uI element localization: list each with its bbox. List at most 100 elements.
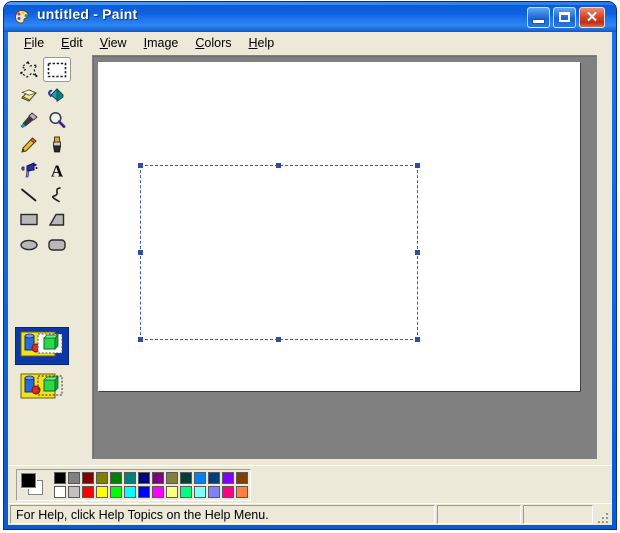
paint-bucket-icon — [47, 86, 67, 103]
line-icon — [19, 187, 39, 203]
text-a-icon: A — [47, 161, 67, 179]
transparent-selection-option[interactable] — [15, 369, 69, 407]
rectangular-select-tool[interactable] — [43, 57, 71, 82]
status-position-panel — [437, 505, 521, 524]
palette-swatch-top-12[interactable] — [221, 471, 235, 485]
menu-accel-view: V — [99, 36, 108, 50]
palette-swatch-top-13[interactable] — [235, 471, 249, 485]
palette-swatch-bottom-4[interactable] — [109, 485, 123, 499]
paint-palette-icon — [13, 8, 31, 26]
magnifier-icon — [47, 111, 67, 129]
polygon-icon — [47, 212, 67, 228]
rectangle-icon — [19, 212, 39, 227]
palette-swatch-bottom-0[interactable] — [53, 485, 67, 499]
selection-handle-top-middle[interactable] — [276, 163, 281, 168]
palette-swatch-bottom-5[interactable] — [123, 485, 137, 499]
magnifier-tool[interactable] — [43, 107, 71, 132]
palette-swatch-top-1[interactable] — [67, 471, 81, 485]
transparent-background-icon — [20, 371, 64, 406]
palette-swatch-bottom-6[interactable] — [137, 485, 151, 499]
opaque-selection-option[interactable] — [15, 327, 69, 365]
selection-handle-bottom-right[interactable] — [415, 337, 420, 342]
main-region: A — [8, 54, 612, 465]
polygon-tool[interactable] — [43, 207, 71, 232]
palette-swatch-bottom-11[interactable] — [207, 485, 221, 499]
menu-item-image[interactable]: Image — [136, 34, 188, 52]
pencil-icon — [19, 136, 39, 154]
palette-swatch-top-11[interactable] — [207, 471, 221, 485]
menu-item-view[interactable]: View — [92, 34, 136, 52]
line-tool[interactable] — [15, 182, 43, 207]
free-form-select-icon — [19, 60, 39, 79]
color-swatch-grid — [53, 471, 249, 499]
foreground-color-swatch[interactable] — [21, 473, 36, 488]
close-button[interactable]: ✕ — [579, 7, 605, 28]
palette-swatch-bottom-12[interactable] — [221, 485, 235, 499]
color-palette-bar — [8, 465, 612, 504]
eraser-tool[interactable] — [15, 82, 43, 107]
selection-handle-bottom-middle[interactable] — [276, 337, 281, 342]
selection-handle-bottom-left[interactable] — [138, 337, 143, 342]
eraser-icon — [19, 87, 39, 103]
palette-swatch-top-4[interactable] — [109, 471, 123, 485]
airbrush-tool[interactable] — [15, 157, 43, 182]
text-tool[interactable]: A — [43, 157, 71, 182]
ellipse-tool[interactable] — [15, 232, 43, 257]
palette-swatch-top-2[interactable] — [81, 471, 95, 485]
palette-swatch-top-0[interactable] — [53, 471, 67, 485]
palette-swatch-top-6[interactable] — [137, 471, 151, 485]
palette-swatch-top-5[interactable] — [123, 471, 137, 485]
pick-color-tool[interactable] — [15, 107, 43, 132]
selection-handle-middle-right[interactable] — [415, 249, 420, 255]
curve-tool[interactable] — [43, 182, 71, 207]
menu-item-colors[interactable]: Colors — [187, 34, 240, 52]
palette-swatch-bottom-8[interactable] — [165, 485, 179, 499]
tool-grid: A — [15, 57, 71, 257]
drawing-canvas[interactable] — [98, 62, 580, 391]
menu-accel-help: H — [248, 36, 258, 50]
palette-swatch-bottom-13[interactable] — [235, 485, 249, 499]
brush-tool[interactable] — [43, 132, 71, 157]
selection-rectangle[interactable] — [138, 163, 420, 342]
palette-swatch-bottom-3[interactable] — [95, 485, 109, 499]
menu-label-colors: olors — [204, 36, 232, 50]
menu-label-image: mage — [147, 36, 179, 50]
palette-swatch-top-7[interactable] — [151, 471, 165, 485]
pencil-tool[interactable] — [15, 132, 43, 157]
paint-window: untitled - Paint ✕ File Edit View Image Colo… — [4, 2, 616, 529]
palette-swatch-bottom-9[interactable] — [179, 485, 193, 499]
selection-handle-top-left[interactable] — [138, 163, 143, 168]
opaque-background-icon — [20, 329, 64, 364]
minimize-button[interactable] — [527, 7, 550, 28]
status-size-panel — [523, 505, 593, 524]
palette-swatch-top-8[interactable] — [165, 471, 179, 485]
fill-with-color-tool[interactable] — [43, 82, 71, 107]
selection-handle-middle-left[interactable] — [138, 249, 143, 255]
menu-item-help[interactable]: Help — [240, 34, 283, 52]
curve-icon — [48, 186, 66, 204]
palette-swatch-top-10[interactable] — [193, 471, 207, 485]
selection-handle-top-right[interactable] — [415, 163, 420, 168]
rounded-rectangle-tool[interactable] — [43, 232, 71, 257]
rectangle-tool[interactable] — [15, 207, 43, 232]
palette-swatch-bottom-1[interactable] — [67, 485, 81, 499]
title-bar[interactable]: untitled - Paint ✕ — [4, 2, 616, 32]
client-area: File Edit View Image Colors Help A For H… — [8, 32, 612, 525]
palette-swatch-bottom-7[interactable] — [151, 485, 165, 499]
palette-swatch-top-3[interactable] — [95, 471, 109, 485]
palette-swatch-bottom-2[interactable] — [81, 485, 95, 499]
window-title: untitled - Paint — [37, 6, 138, 22]
menu-label-view: iew — [107, 36, 127, 50]
free-form-select-tool[interactable] — [15, 57, 43, 82]
maximize-button[interactable] — [553, 7, 576, 28]
menu-item-file[interactable]: File — [16, 34, 53, 52]
canvas-work-area[interactable] — [92, 55, 597, 459]
paintbrush-icon — [48, 136, 66, 154]
menu-label-file: ile — [31, 36, 45, 50]
menu-item-edit[interactable]: Edit — [53, 34, 92, 52]
status-bar: For Help, click Help Topics on the Help … — [8, 503, 612, 525]
foreground-background-indicator[interactable] — [18, 471, 49, 499]
palette-swatch-top-9[interactable] — [179, 471, 193, 485]
resize-grip[interactable] — [596, 511, 610, 525]
palette-swatch-bottom-10[interactable] — [193, 485, 207, 499]
